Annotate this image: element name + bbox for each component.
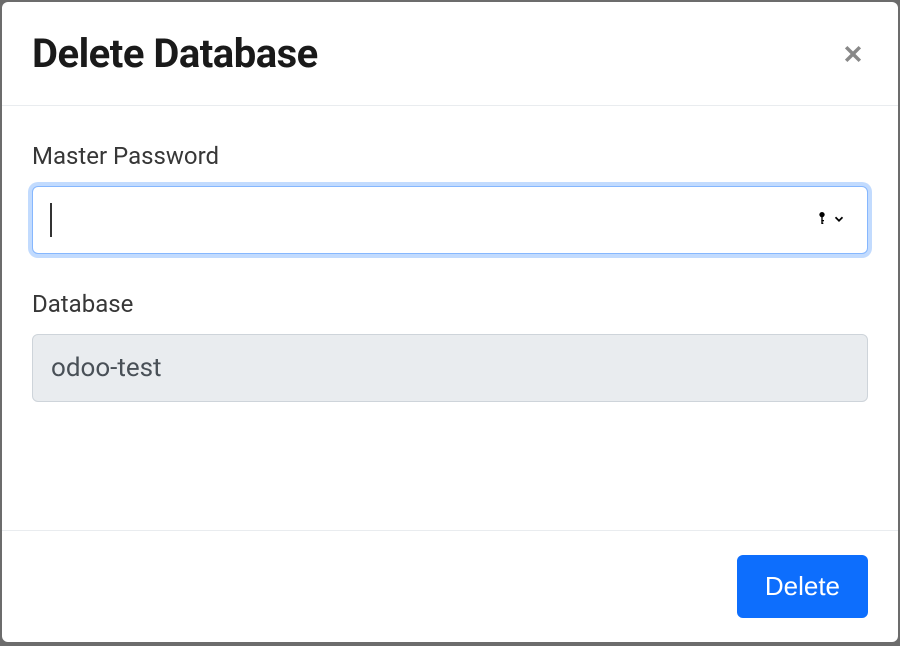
key-icon <box>814 210 830 230</box>
modal-footer: Delete <box>2 530 898 642</box>
password-input-wrapper <box>32 186 868 254</box>
database-label: Database <box>32 290 868 318</box>
database-input: odoo-test <box>32 334 868 402</box>
delete-database-modal: Delete Database Master Password <box>2 2 898 642</box>
master-password-input[interactable] <box>32 186 868 254</box>
modal-header: Delete Database <box>2 2 898 106</box>
text-caret <box>50 203 52 237</box>
modal-title: Delete Database <box>32 30 318 77</box>
delete-button[interactable]: Delete <box>737 555 868 618</box>
master-password-label: Master Password <box>32 142 868 170</box>
master-password-group: Master Password <box>32 142 868 254</box>
database-value: odoo-test <box>51 353 162 383</box>
chevron-down-icon <box>832 211 846 230</box>
database-group: Database odoo-test <box>32 290 868 402</box>
modal-body: Master Password <box>2 106 898 530</box>
password-manager-icon[interactable] <box>814 210 846 230</box>
close-icon[interactable] <box>838 39 868 69</box>
